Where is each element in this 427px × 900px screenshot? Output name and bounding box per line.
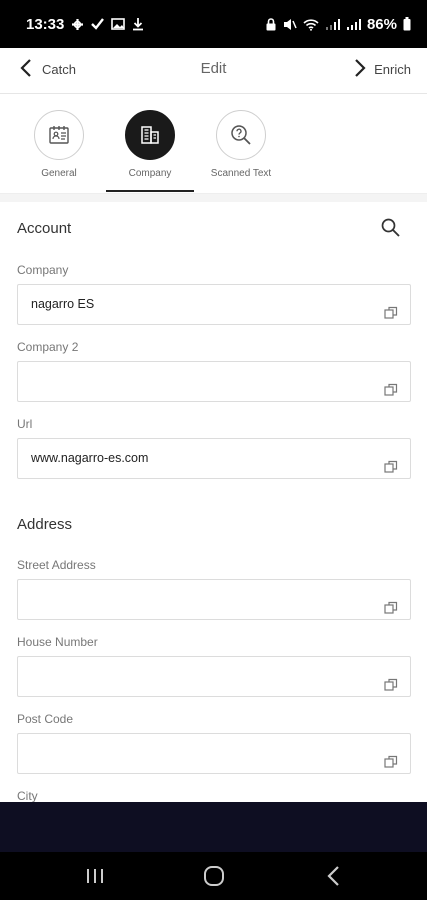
back-nav-icon[interactable] bbox=[324, 864, 344, 893]
city-label: City bbox=[17, 789, 38, 803]
check-icon bbox=[91, 18, 105, 30]
tab-scanned-text-label: Scanned Text bbox=[210, 168, 272, 179]
building-icon bbox=[125, 110, 175, 160]
house-number-label: House Number bbox=[17, 635, 98, 649]
copy-icon[interactable] bbox=[384, 374, 398, 413]
chevron-right-icon bbox=[354, 58, 366, 81]
company2-label: Company 2 bbox=[17, 340, 79, 354]
street-address-field[interactable] bbox=[17, 579, 411, 620]
wifi-icon bbox=[303, 18, 319, 31]
company2-field[interactable] bbox=[17, 361, 411, 402]
enrich-button[interactable]: Enrich bbox=[354, 58, 411, 81]
url-label: Url bbox=[17, 417, 33, 431]
battery-percent: 86% bbox=[366, 15, 397, 33]
divider bbox=[0, 194, 427, 202]
home-icon[interactable] bbox=[202, 864, 226, 893]
bottom-banner bbox=[0, 802, 427, 852]
battery-icon bbox=[403, 17, 411, 31]
signal-icon bbox=[346, 18, 361, 31]
status-bar: 13:33 86% bbox=[0, 0, 427, 48]
mute-icon bbox=[283, 18, 297, 31]
search-icon[interactable] bbox=[380, 217, 401, 243]
tab-scanned-text[interactable]: Scanned Text bbox=[195, 110, 287, 179]
copy-icon[interactable] bbox=[384, 746, 398, 785]
tab-general[interactable]: General bbox=[13, 110, 105, 179]
post-code-label: Post Code bbox=[17, 712, 74, 726]
grid-icon bbox=[71, 18, 84, 31]
company-label: Company bbox=[17, 263, 69, 277]
system-nav-bar bbox=[0, 852, 427, 900]
tab-company[interactable]: Company bbox=[104, 110, 196, 179]
copy-icon[interactable] bbox=[384, 592, 398, 631]
scan-search-icon bbox=[216, 110, 266, 160]
url-value: www.nagarro-es.com bbox=[31, 451, 149, 465]
street-address-label: Street Address bbox=[17, 558, 96, 572]
lock-icon bbox=[265, 17, 277, 31]
copy-icon[interactable] bbox=[384, 451, 398, 490]
image-icon bbox=[111, 18, 126, 30]
signal-icon bbox=[325, 18, 340, 31]
app-header: Catch Edit Enrich bbox=[0, 48, 427, 94]
post-code-field[interactable] bbox=[17, 733, 411, 774]
tab-company-label: Company bbox=[128, 168, 172, 179]
copy-icon[interactable] bbox=[384, 669, 398, 708]
tab-general-label: General bbox=[41, 168, 77, 179]
status-time: 13:33 bbox=[26, 15, 65, 33]
company-value: nagarro ES bbox=[31, 297, 95, 311]
address-section-title: Address bbox=[17, 516, 73, 533]
account-section-title: Account bbox=[17, 220, 72, 237]
download-icon bbox=[132, 17, 144, 31]
contact-card-icon bbox=[34, 110, 84, 160]
active-tab-indicator bbox=[106, 190, 194, 192]
recent-apps-icon[interactable] bbox=[85, 864, 105, 893]
company-field[interactable]: nagarro ES bbox=[17, 284, 411, 325]
house-number-field[interactable] bbox=[17, 656, 411, 697]
copy-icon[interactable] bbox=[384, 297, 398, 336]
enrich-label: Enrich bbox=[374, 62, 411, 77]
tab-bar: General Company Scanned Text bbox=[0, 94, 427, 194]
url-field[interactable]: www.nagarro-es.com bbox=[17, 438, 411, 479]
